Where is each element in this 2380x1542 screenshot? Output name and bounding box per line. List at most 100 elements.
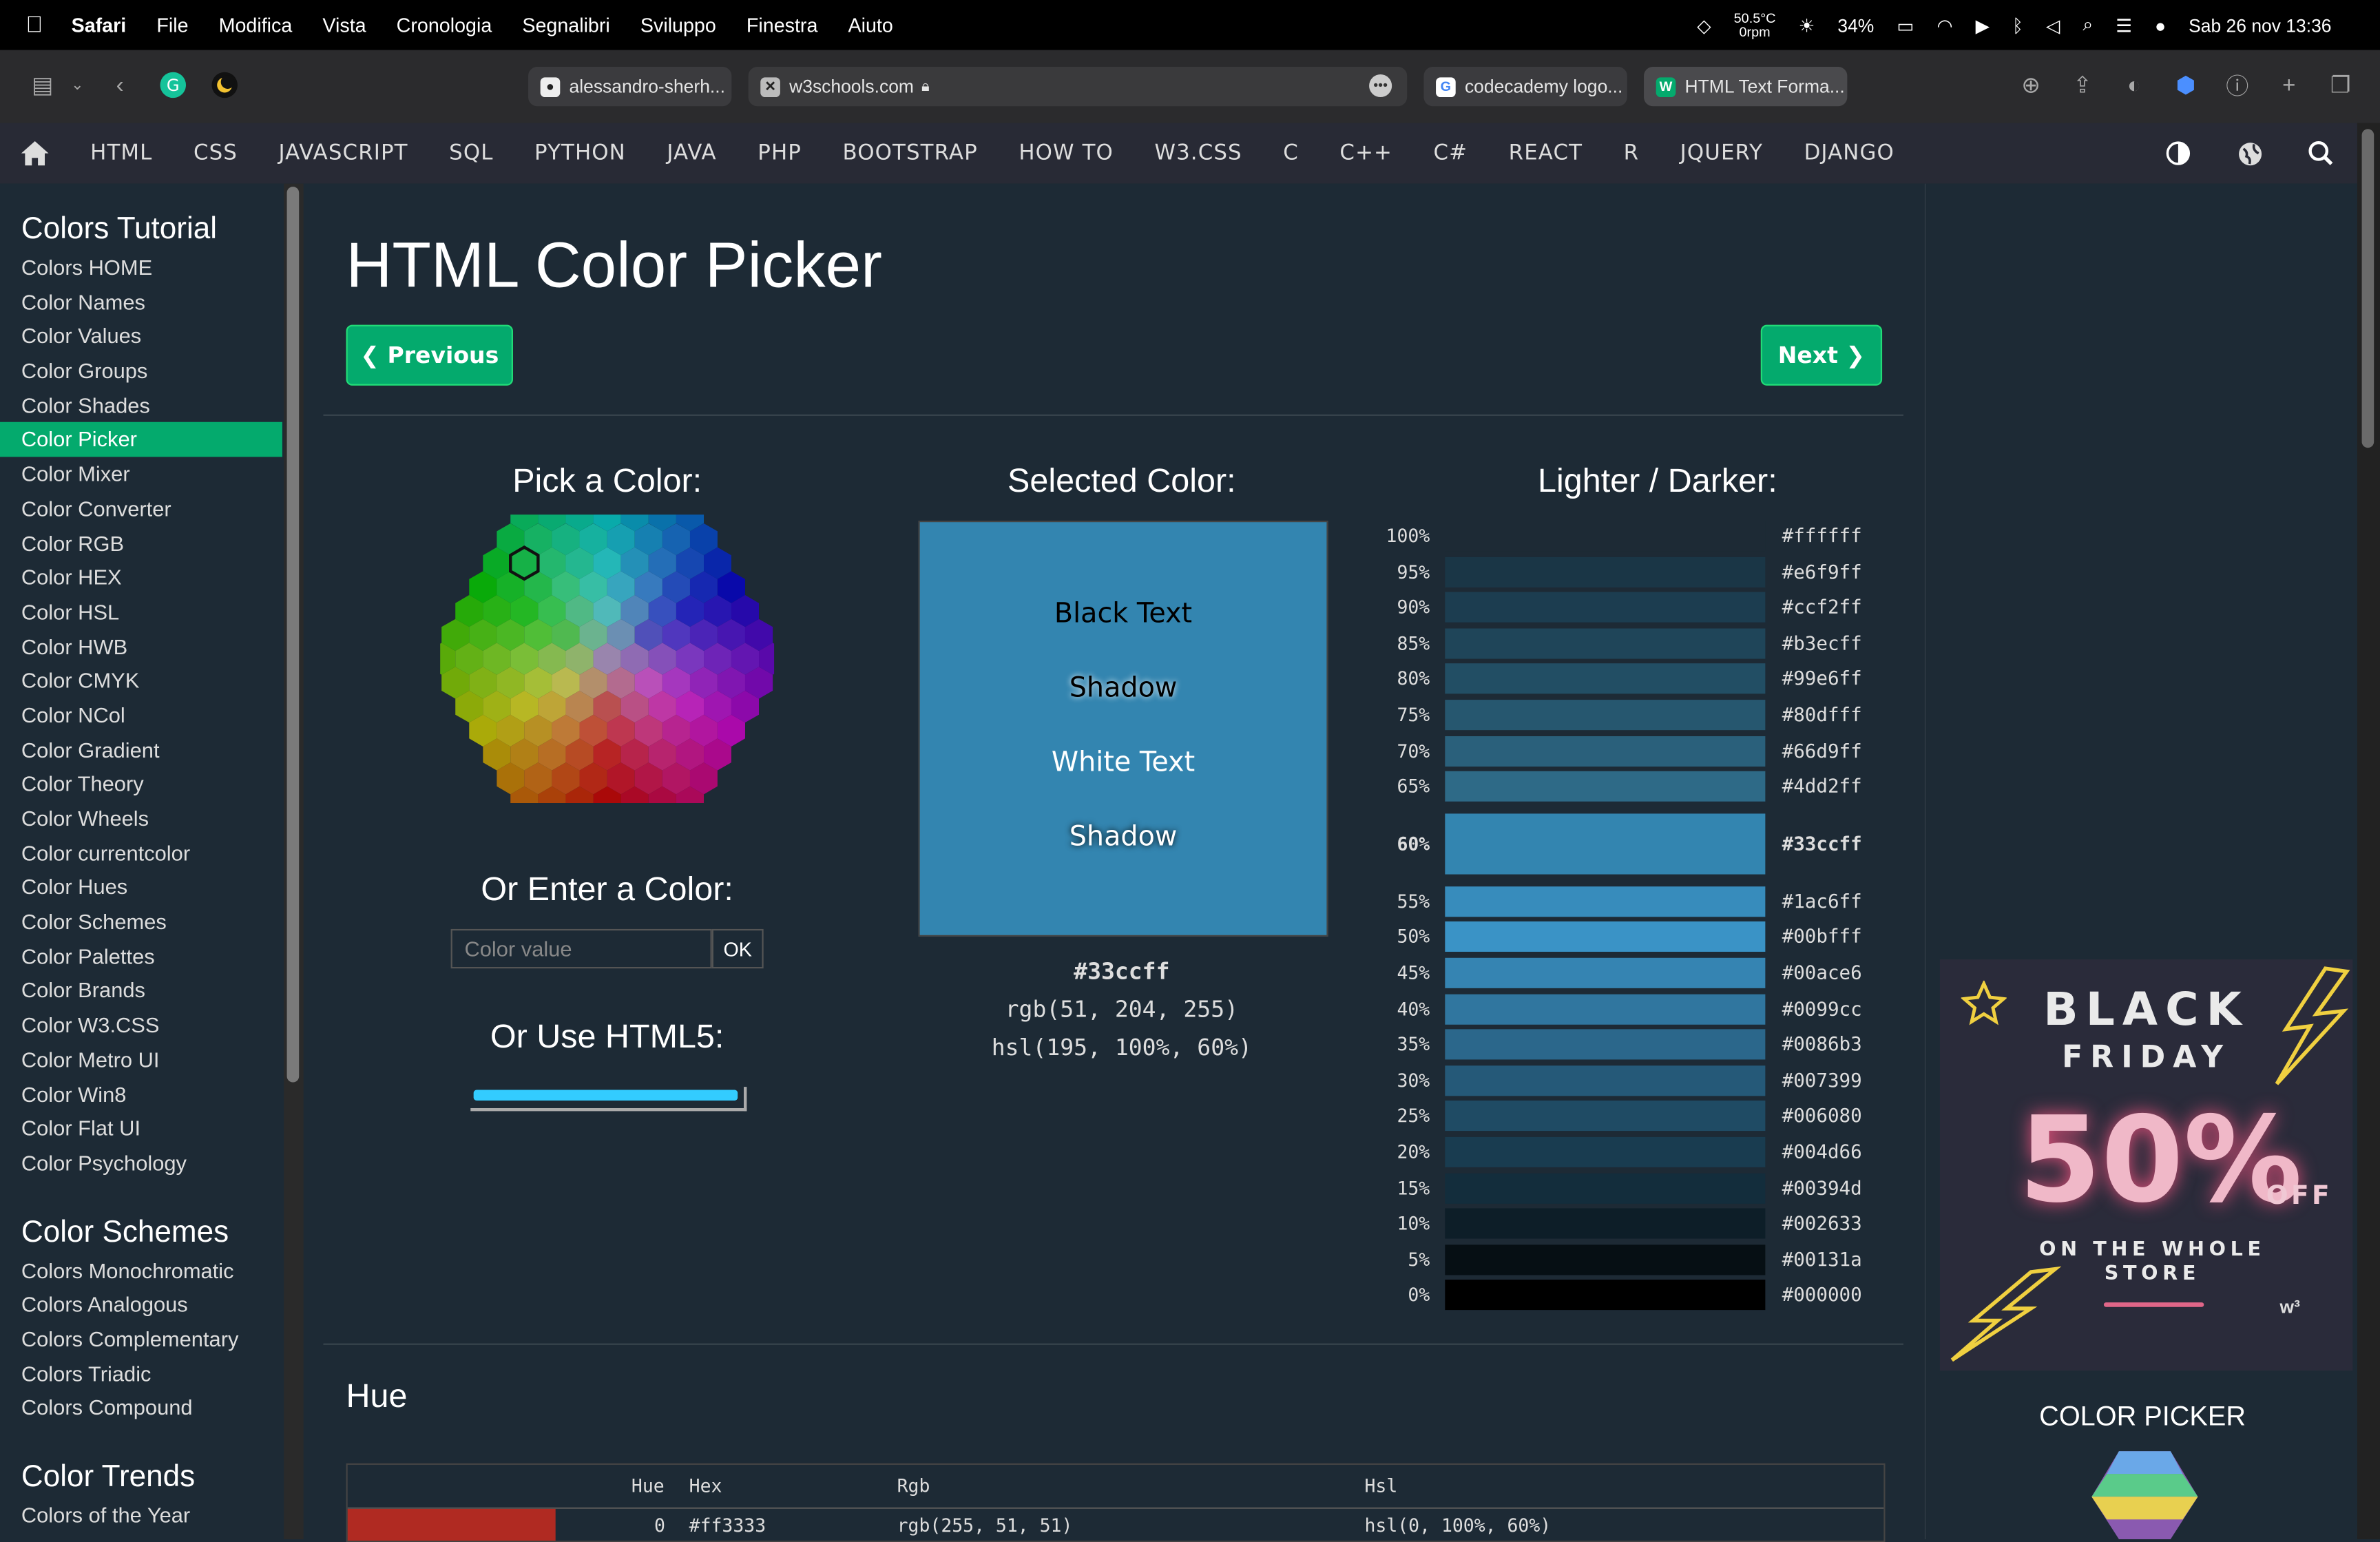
color-picker-hexagon-icon[interactable] [2089, 1451, 2201, 1539]
sidebar-item-color-wheels[interactable]: Color Wheels [0, 802, 282, 836]
shade-swatch[interactable] [1445, 736, 1766, 767]
globe-icon[interactable] [2233, 136, 2266, 169]
shade-swatch[interactable] [1445, 628, 1766, 659]
sidebar-item-color-hsl[interactable]: Color HSL [0, 595, 282, 629]
shade-row[interactable]: 70% #66d9ff [1366, 736, 1882, 767]
sidebar-item-color-flat-ui[interactable]: Color Flat UI [0, 1112, 282, 1146]
shade-row[interactable]: 5% #00131a [1366, 1244, 1882, 1275]
tab-github[interactable]: ● alessandro-sherh... [528, 66, 732, 107]
shade-row[interactable]: 10% #002633 [1366, 1208, 1882, 1239]
shade-swatch[interactable] [1445, 813, 1766, 875]
close-tab-icon[interactable]: ✕ [760, 76, 780, 96]
menu-file[interactable]: File [156, 14, 188, 37]
sun-icon[interactable]: ☀ [1799, 14, 1815, 36]
shade-swatch[interactable] [1445, 957, 1766, 988]
sidebar-item-color-values[interactable]: Color Values [0, 320, 282, 354]
shade-row[interactable]: 40% #0099cc [1366, 993, 1882, 1024]
nav-html[interactable]: HTML [70, 141, 173, 165]
sidebar-item-color-picker[interactable]: Color Picker [0, 422, 282, 457]
color-value-input[interactable]: Color value [450, 928, 712, 969]
more-options-icon[interactable]: ••• [1369, 74, 1392, 98]
nav-r[interactable]: R [1603, 141, 1660, 165]
grammarly-extension-icon[interactable]: G [156, 68, 189, 101]
sidebar-item-colors-home[interactable]: Colors HOME [0, 251, 282, 285]
nav-w3css[interactable]: W3.CSS [1134, 141, 1263, 165]
shade-row[interactable]: 90% #ccf2ff [1366, 592, 1882, 623]
sidebar-item-color-palettes[interactable]: Color Palettes [0, 939, 282, 974]
black-friday-ad[interactable]: BLACK FRIDAY 50% OFF ON THE WHOLE STORE … [1939, 959, 2353, 1371]
new-tab-icon[interactable]: + [2273, 68, 2306, 101]
bluetooth-icon[interactable]: ᛒ [2012, 14, 2023, 36]
shade-row[interactable]: 100% #ffffff [1366, 521, 1882, 552]
shade-row[interactable]: 80% #99e6ff [1366, 664, 1882, 695]
color-hexagon-map[interactable] [440, 514, 775, 803]
nav-jquery[interactable]: JQUERY [1660, 141, 1784, 165]
sidebar-item-color-names[interactable]: Color Names [0, 285, 282, 320]
nav-react[interactable]: REACT [1488, 141, 1603, 165]
sidebar-item-colors-analogous[interactable]: Colors Analogous [0, 1288, 282, 1322]
tab-codecademy[interactable]: G codecademy logo... [1423, 66, 1627, 107]
share-icon[interactable]: ⇪ [2066, 68, 2099, 101]
download-icon[interactable]: ⊕ [2014, 68, 2047, 101]
contrast-toggle-icon[interactable] [2162, 136, 2195, 169]
nav-howto[interactable]: HOW TO [999, 141, 1134, 165]
datetime[interactable]: Sab 26 nov 13:36 [2189, 14, 2331, 36]
sidebar-item-color-currentcolor[interactable]: Color currentcolor [0, 836, 282, 871]
sidebar-scrollbar-thumb[interactable] [286, 187, 300, 1083]
battery-icon[interactable]: ▭ [1897, 14, 1914, 36]
menu-app-safari[interactable]: Safari [72, 14, 127, 37]
control-center-icon[interactable]: ☰ [2116, 14, 2132, 36]
menu-sviluppo[interactable]: Sviluppo [640, 14, 716, 37]
menu-vista[interactable]: Vista [322, 14, 366, 37]
tab-w3schools-address[interactable]: ✕ w3schools.com 🔒︎ ••• [748, 66, 1408, 107]
sidebar-item-color-groups[interactable]: Color Groups [0, 354, 282, 388]
menu-modifica[interactable]: Modifica [219, 14, 293, 37]
nav-python[interactable]: PYTHON [514, 141, 646, 165]
info-icon[interactable]: ⓘ [2221, 68, 2254, 101]
previous-button[interactable]: ❮ Previous [346, 324, 513, 386]
extension-blue-icon[interactable]: ⬢ [2169, 68, 2202, 101]
sidebar-item-color-schemes[interactable]: Color Schemes [0, 905, 282, 939]
shade-swatch[interactable] [1445, 1208, 1766, 1239]
nav-javascript[interactable]: JAVASCRIPT [258, 141, 429, 165]
nav-bootstrap[interactable]: BOOTSTRAP [822, 141, 999, 165]
sidebar-item-color-cmyk[interactable]: Color CMYK [0, 664, 282, 698]
search-icon[interactable] [2304, 136, 2337, 169]
temp-status[interactable]: 50.5°C 0rpm [1734, 10, 1776, 39]
shade-row[interactable]: 95% #e6f9ff [1366, 556, 1882, 587]
chevron-down-icon[interactable]: ⌄ [61, 68, 94, 101]
nav-csharp[interactable]: C# [1413, 141, 1488, 165]
shade-swatch[interactable] [1445, 521, 1766, 552]
shade-row[interactable]: 15% #00394d [1366, 1172, 1882, 1203]
diamond-icon[interactable]: ◇ [1697, 14, 1711, 36]
shade-row[interactable]: 25% #006080 [1366, 1101, 1882, 1132]
sidebar-item-color-psychology[interactable]: Color Psychology [0, 1146, 282, 1180]
shade-swatch[interactable] [1445, 592, 1766, 623]
shade-swatch[interactable] [1445, 771, 1766, 802]
shade-swatch[interactable] [1445, 1172, 1766, 1203]
tab-html-text-formatting[interactable]: W HTML Text Forma... [1644, 66, 1848, 107]
shade-row[interactable]: 60% #33ccff [1366, 813, 1882, 875]
menu-cronologia[interactable]: Cronologia [397, 14, 492, 37]
sidebar-item-color-w3-css[interactable]: Color W3.CSS [0, 1008, 282, 1043]
shade-row[interactable]: 30% #007399 [1366, 1065, 1882, 1096]
sidebar-item-colors-compound[interactable]: Colors Compound [0, 1391, 282, 1426]
sidebar-item-color-mixer[interactable]: Color Mixer [0, 457, 282, 492]
nav-java[interactable]: JAVA [647, 141, 738, 165]
sidebar-item-color-rgb[interactable]: Color RGB [0, 526, 282, 561]
shade-swatch[interactable] [1445, 700, 1766, 731]
volume-icon[interactable]: ◁ [2046, 14, 2060, 36]
shield-icon[interactable]: ◐ [2118, 68, 2151, 101]
apple-icon[interactable]:  [25, 12, 50, 38]
sidebar-item-color-hwb[interactable]: Color HWB [0, 629, 282, 664]
nav-c[interactable]: C [1263, 141, 1319, 165]
menu-segnalibri[interactable]: Segnalibri [522, 14, 609, 37]
sidebar-item-color-metro-ui[interactable]: Color Metro UI [0, 1043, 282, 1077]
shade-swatch[interactable] [1445, 921, 1766, 952]
shade-row[interactable]: 75% #80dfff [1366, 700, 1882, 731]
sidebar-item-colors-triadic[interactable]: Colors Triadic [0, 1357, 282, 1391]
dark-mode-extension-icon[interactable] [208, 68, 241, 101]
sidebar-item-colors-monochromatic[interactable]: Colors Monochromatic [0, 1253, 282, 1288]
sidebar-item-color-hex[interactable]: Color HEX [0, 561, 282, 595]
shade-swatch[interactable] [1445, 1029, 1766, 1060]
